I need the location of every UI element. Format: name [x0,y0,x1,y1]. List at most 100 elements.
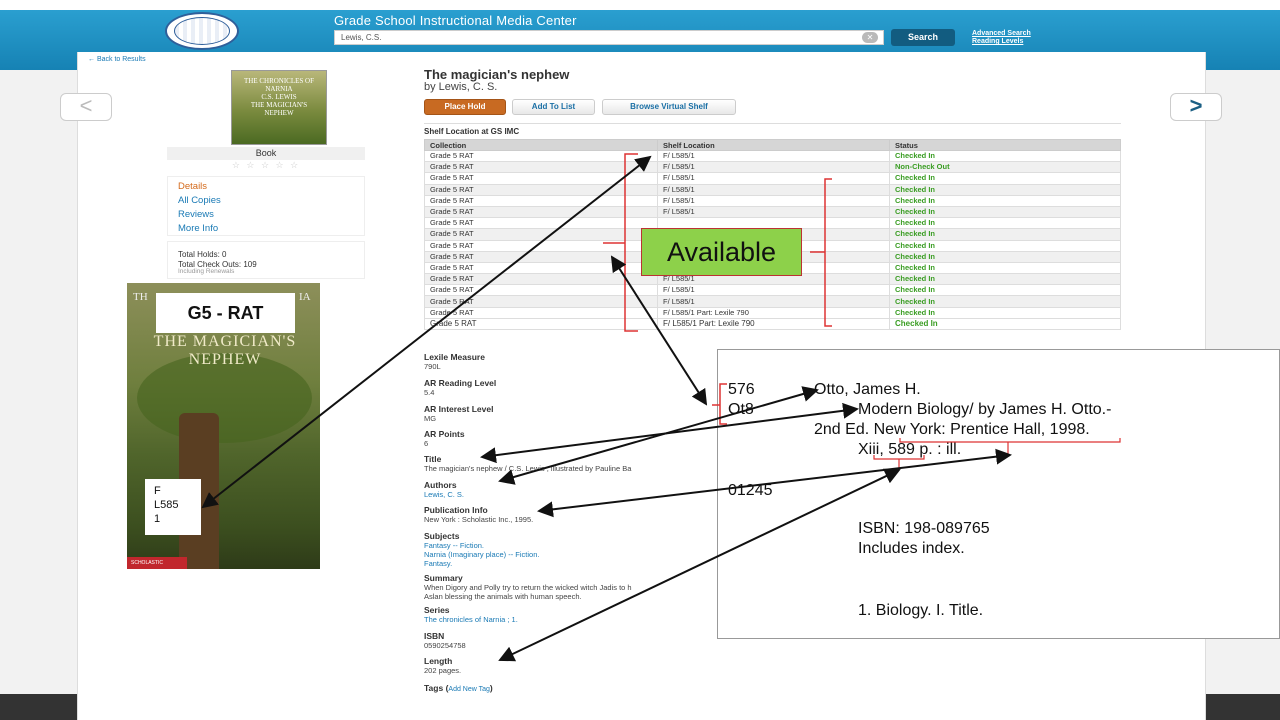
field-lexile: Lexile Measure 790L [424,352,485,371]
field-isbn: ISBN 0590254758 [424,631,466,650]
menu-details[interactable]: Details [178,181,207,192]
field-label: Summary [424,573,463,583]
status-cell: Checked In [889,172,1121,185]
status-cell: Checked In [889,239,1121,252]
shelf-location-heading: Shelf Location at GS IMC [424,127,520,136]
add-new-tag-link[interactable]: Add New Tag [448,686,490,693]
next-record-button[interactable]: > [1170,93,1222,121]
field-label: Publication Info [424,505,488,515]
advanced-search-link[interactable]: Advanced Search [972,30,1031,37]
collection-cell: Grade 5 RAT [424,172,658,185]
shelf-location-cell: F/ L585/1 [657,149,890,163]
shelf-location-cell: F/ L585/1 [657,183,890,196]
status-cell: Checked In [889,250,1121,263]
field-length: Length 202 pages. [424,656,461,675]
status-cell: Non-Check Out [889,161,1121,174]
field-value: 5.4 [424,388,435,397]
menu-all-copies[interactable]: All Copies [178,195,221,206]
table-row: Grade 5 RATF/ L585/1Checked In [424,183,1121,196]
available-callout: Available [641,228,802,276]
field-value: Aslan blessing the animals with human sp… [424,592,582,601]
field-value: MG [424,414,437,423]
place-hold-button[interactable]: Place Hold [424,99,506,115]
status-cell: Checked In [889,306,1121,319]
x-circle-icon[interactable]: ✕ [862,32,878,43]
col-collection[interactable]: Collection [424,139,658,151]
subject-link[interactable]: Fantasy. [424,559,539,568]
field-value: 790L [424,362,441,371]
table-row: Grade 5 RAT F/ L585/1 Part: Lexile 790 Che… [424,306,1121,319]
subject-link[interactable]: Fantasy -- Fiction. [424,541,539,550]
table-row: Grade 5 RATF/ L585/1Checked In [424,149,1121,163]
shelf-location-cell: F/ L585/1 [657,161,890,174]
book-author: by Lewis, C. S. [424,81,498,93]
browse-virtual-shelf-button[interactable]: Browse Virtual Shelf [602,99,736,115]
collection-cell: Grade 5 RAT [424,194,658,207]
field-label: AR Points [424,429,465,439]
collection-cell: Grade 5 RAT [424,183,658,196]
shelf-location-cell: F/ L585/1 Part: Lexile 790 [657,317,890,331]
collection-cell: Grade 5 RAT [424,306,658,319]
card-edition-line: 2nd Ed. New York: Prentice Hall, 1998. [814,421,1090,438]
collection-cell: Grade 5 RAT [424,239,658,252]
back-to-results-link[interactable]: ← Back to Results [88,56,146,63]
field-label: Lexile Measure [424,352,485,362]
status-cell: Checked In [889,317,1121,331]
previous-record-button[interactable]: < [60,93,112,121]
col-shelf-location[interactable]: Shelf Location [657,139,890,151]
bottom-bar-left [0,694,77,720]
search-input[interactable]: Lewis, C.S. [334,30,884,45]
status-cell: Checked In [889,149,1121,163]
status-cell: Checked In [889,205,1121,219]
tags-label: Tags ( [424,683,449,693]
series-link[interactable]: The chronicles of Narnia ; 1. [424,615,518,624]
school-seal-logo[interactable] [165,12,239,50]
bottom-bar-right [1206,694,1280,720]
field-ar-points: AR Points 6 [424,429,465,448]
collection-cell: Grade 5 RAT [424,228,658,241]
collection-cell: Grade 5 RAT [424,295,658,308]
table-row: Grade 5 RATF/ L585/1Checked In [424,172,1121,185]
status-cell: Checked In [889,261,1121,275]
table-row: Grade 5 RAT F/ L585/1 Non-Check Out [424,161,1121,174]
cover-top-left-text: TH [133,291,148,303]
table-row: Grade 5 RATF/ L585/1Checked In [424,295,1121,308]
format-label: Book [167,147,365,160]
col-status[interactable]: Status [889,139,1121,151]
side-menu: Details All Copies Reviews More Info [167,176,365,236]
table-row: Grade 5 RATF/ L585/1Checked In [424,205,1121,219]
card-isbn: ISBN: 198-089765 [858,520,990,537]
spine-line: L585 [154,499,179,511]
table-row: Grade 5 RATF/ L585/1Checked In [424,284,1121,297]
add-to-list-button[interactable]: Add To List [512,99,595,115]
shelf-location-cell: F/ L585/1 [657,295,890,308]
author-link[interactable]: Lewis, C. S. [424,490,464,499]
total-holds: Total Holds: 0 [178,250,227,259]
book-cover-thumbnail[interactable]: THE CHRONICLES OF NARNIA C.S. LEWIS THE … [231,70,327,145]
status-cell: Checked In [889,194,1121,207]
status-cell: Checked In [889,295,1121,308]
reading-levels-link[interactable]: Reading Levels [972,38,1023,45]
status-cell: Checked In [889,228,1121,241]
field-subjects: Subjects Fantasy -- Fiction. Narnia (Ima… [424,531,539,568]
field-series: Series The chronicles of Narnia ; 1. [424,605,518,624]
card-index-note: Includes index. [858,540,965,557]
shelf-location-cell: F/ L585/1 [657,284,890,297]
field-label: Subjects [424,531,460,541]
field-value: When Digory and Polly try to return the … [424,583,632,592]
collection-cell: Grade 5 RAT [424,261,658,275]
spine-label-callout: F L585 1 [145,479,201,535]
collection-cell: Grade 5 RAT [424,250,658,263]
collection-cell: Grade 5 RAT [424,217,658,230]
menu-more-info[interactable]: More Info [178,223,218,234]
menu-reviews[interactable]: Reviews [178,209,214,220]
shelf-location-cell: F/ L585/1 [657,205,890,219]
search-button[interactable]: Search [891,29,955,46]
subject-link[interactable]: Narnia (Imaginary place) -- Fiction. [424,550,539,559]
field-value: 0590254758 [424,641,466,650]
collection-cell: Grade 5 RAT [424,273,658,286]
star-rating[interactable]: ☆ ☆ ☆ ☆ ☆ [167,160,365,171]
card-pages-line: Xiii, 589 p. : ill. [858,441,962,458]
field-ar-interest: AR Interest Level MG [424,404,493,423]
field-value: 6 [424,439,429,448]
